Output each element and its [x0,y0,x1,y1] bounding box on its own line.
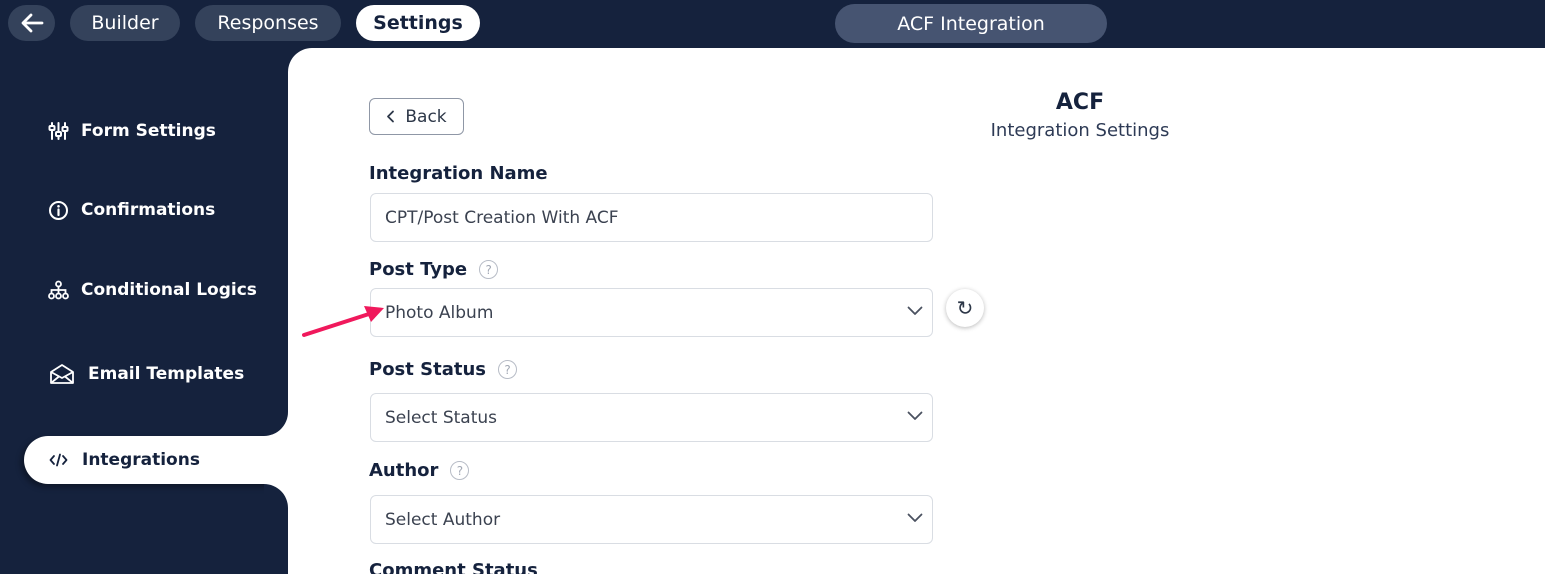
sidebar-item-integrations[interactable]: Integrations [24,436,324,484]
refresh-icon: ↻ [956,296,974,320]
integration-name-label: Integration Name [369,163,548,184]
chevron-down-icon [907,306,923,315]
help-icon[interactable]: ? [479,260,499,279]
author-select[interactable]: Select Author [370,495,933,544]
field-label-text: Integration Name [369,163,548,184]
sidebar-item-label: Integrations [82,450,200,470]
tab-builder[interactable]: Builder [70,5,180,41]
field-label-text: Comment Status [369,560,538,574]
tab-responses[interactable]: Responses [195,5,341,41]
page-title: ACF [1055,90,1105,115]
author-label: Author ? [369,460,470,481]
annotation-arrow-icon [302,306,384,337]
post-type-label: Post Type ? [369,259,499,280]
comment-status-label: Comment Status [369,560,538,574]
chevron-down-icon [907,513,923,522]
sidebar-item-label: Conditional Logics [81,280,257,300]
integration-name-value: CPT/Post Creation With ACF [385,207,619,228]
back-button-label: Back [405,106,447,127]
page-subtitle: Integration Settings [990,120,1170,141]
post-status-select[interactable]: Select Status [370,393,933,442]
envelope-open-icon [50,364,74,384]
refresh-post-types-button[interactable]: ↻ [946,289,984,327]
post-status-placeholder: Select Status [385,407,498,428]
field-label-text: Post Type [369,259,468,280]
sliders-icon [48,122,69,140]
post-type-value: Photo Album [385,302,494,323]
sidebar-active-corner [264,412,288,436]
top-bar: Builder Responses Settings ACF Integrati… [0,0,1545,48]
sidebar-item-label: Form Settings [81,121,216,141]
sitemap-icon [48,280,69,300]
sidebar-item-label: Confirmations [81,200,216,220]
sidebar-item-confirmations[interactable]: Confirmations [48,195,215,225]
help-icon[interactable]: ? [498,360,517,379]
back-button[interactable]: Back [369,98,464,135]
post-status-label: Post Status ? [369,359,517,380]
integration-title: ACF Integration [835,4,1107,43]
sidebar-item-form-settings[interactable]: Form Settings [48,116,216,146]
sidebar-active-corner [264,484,288,508]
post-type-select[interactable]: Photo Album [370,288,933,337]
chevron-left-icon [387,110,395,123]
code-icon [49,453,68,467]
sidebar-item-conditional-logics[interactable]: Conditional Logics [48,275,257,305]
info-circle-icon [49,200,68,220]
tab-settings[interactable]: Settings [356,5,480,41]
help-icon[interactable]: ? [450,461,470,480]
field-label-text: Author [369,460,439,481]
sidebar-item-label: Email Templates [88,364,245,384]
back-arrow-button[interactable] [8,5,55,41]
integration-name-input[interactable]: CPT/Post Creation With ACF [370,193,933,242]
author-placeholder: Select Author [385,509,501,530]
integration-settings-panel: Back ACF Integration Settings Integratio… [288,48,1545,574]
chevron-down-icon [907,411,923,420]
arrow-left-icon [21,13,43,33]
sidebar-item-email-templates[interactable]: Email Templates [48,359,244,389]
field-label-text: Post Status [369,359,486,380]
